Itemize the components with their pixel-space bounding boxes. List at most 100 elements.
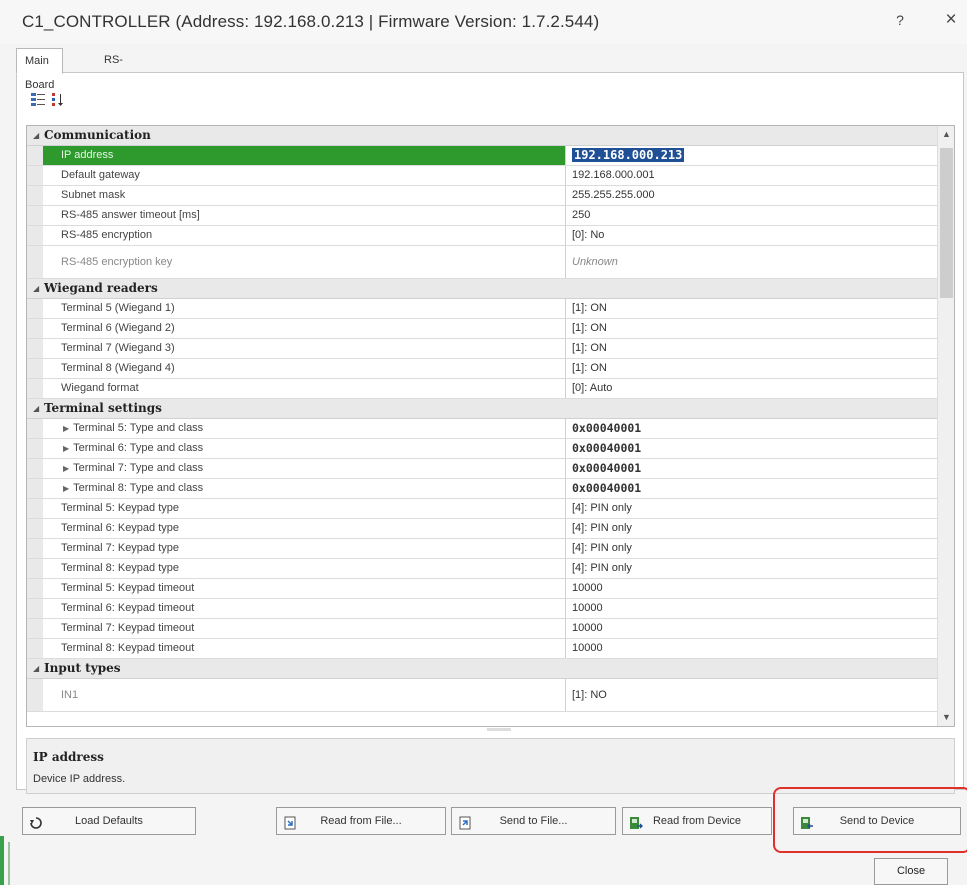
expand-triangle-icon[interactable]: ▶	[63, 444, 69, 453]
prop-row-terminal8-keypad-type[interactable]: Terminal 8: Keypad type [4]: PIN only	[27, 559, 937, 579]
prop-row-terminal5-keypad-timeout[interactable]: Terminal 5: Keypad timeout 10000	[27, 579, 937, 599]
category-input-types[interactable]: ◢ Input types	[27, 659, 937, 679]
send-to-device-button[interactable]: Send to Device	[793, 807, 961, 835]
prop-name: Terminal 8: Keypad timeout	[43, 639, 566, 658]
prop-name: Terminal 8 (Wiegand 4)	[43, 359, 566, 378]
scroll-down-icon[interactable]: ▼	[938, 709, 954, 726]
prop-value[interactable]: 0x00040001	[567, 459, 937, 478]
prop-name: Terminal 6 (Wiegand 2)	[43, 319, 566, 338]
prop-value[interactable]: [1]: ON	[567, 339, 937, 358]
prop-name: RS-485 answer timeout [ms]	[43, 206, 566, 225]
prop-name: ▶ Terminal 5: Type and class	[43, 419, 566, 438]
prop-name: Terminal 6: Keypad timeout	[43, 599, 566, 618]
prop-value[interactable]: 10000	[567, 639, 937, 658]
read-from-device-button[interactable]: Read from Device	[622, 807, 772, 835]
prop-value[interactable]: 10000	[567, 619, 937, 638]
prop-value[interactable]: 10000	[567, 599, 937, 618]
collapse-triangle-icon[interactable]: ◢	[33, 659, 39, 678]
prop-row-wiegand-format[interactable]: Wiegand format [0]: Auto	[27, 379, 937, 399]
help-button[interactable]: ?	[890, 12, 910, 32]
prop-row-terminal7-keypad-type[interactable]: Terminal 7: Keypad type [4]: PIN only	[27, 539, 937, 559]
prop-value[interactable]: Unknown	[567, 246, 937, 278]
prop-row-terminal6-keypad-timeout[interactable]: Terminal 6: Keypad timeout 10000	[27, 599, 937, 619]
prop-value[interactable]: 192.168.000.001	[567, 166, 937, 185]
prop-name: ▶ Terminal 7: Type and class	[43, 459, 566, 478]
prop-value[interactable]: [4]: PIN only	[567, 559, 937, 578]
prop-name: RS-485 encryption key	[43, 246, 566, 278]
window-close-button[interactable]: ×	[940, 9, 962, 31]
prop-name: Subnet mask	[43, 186, 566, 205]
prop-row-in1[interactable]: IN1 [1]: NO	[27, 679, 937, 712]
prop-name: Terminal 5 (Wiegand 1)	[43, 299, 566, 318]
description-title: IP address	[33, 750, 104, 764]
prop-row-terminal8-type[interactable]: ▶ Terminal 8: Type and class 0x00040001	[27, 479, 937, 499]
description-text: Device IP address.	[33, 773, 126, 785]
collapse-triangle-icon[interactable]: ◢	[33, 126, 39, 145]
expand-triangle-icon[interactable]: ▶	[63, 484, 69, 493]
prop-row-subnet-mask[interactable]: Subnet mask 255.255.255.000	[27, 186, 937, 206]
prop-name: RS-485 encryption	[43, 226, 566, 245]
prop-row-terminal7-type[interactable]: ▶ Terminal 7: Type and class 0x00040001	[27, 459, 937, 479]
prop-row-terminal6-wiegand[interactable]: Terminal 6 (Wiegand 2) [1]: ON	[27, 319, 937, 339]
collapse-triangle-icon[interactable]: ◢	[33, 279, 39, 298]
category-wiegand-readers[interactable]: ◢ Wiegand readers	[27, 279, 937, 299]
prop-row-terminal6-keypad-type[interactable]: Terminal 6: Keypad type [4]: PIN only	[27, 519, 937, 539]
tab-main-board[interactable]: Main Board	[16, 48, 64, 91]
category-communication[interactable]: ◢ Communication	[27, 126, 937, 146]
property-grid: ◢ Communication IP address 192.168.000.2…	[26, 125, 955, 727]
splitter-handle[interactable]	[487, 728, 511, 731]
vertical-scrollbar[interactable]: ▲ ▼	[937, 126, 954, 726]
prop-row-rs485-timeout[interactable]: RS-485 answer timeout [ms] 250	[27, 206, 937, 226]
prop-value[interactable]: [1]: ON	[567, 319, 937, 338]
prop-name: Default gateway	[43, 166, 566, 185]
window-edge-line	[8, 842, 10, 885]
prop-value[interactable]: 10000	[567, 579, 937, 598]
prop-value[interactable]: [1]: ON	[567, 299, 937, 318]
prop-value[interactable]: [0]: Auto	[567, 379, 937, 398]
prop-value-editor[interactable]: 192.168.000.213	[567, 146, 937, 165]
prop-row-ip-address[interactable]: IP address 192.168.000.213	[27, 146, 937, 166]
prop-row-terminal8-keypad-timeout[interactable]: Terminal 8: Keypad timeout 10000	[27, 639, 937, 659]
scroll-up-icon[interactable]: ▲	[938, 126, 954, 143]
close-button[interactable]: Close	[874, 858, 948, 885]
tab-rs485-bus[interactable]: RS-485 Bus	[96, 48, 131, 114]
prop-row-rs485-encryption-key[interactable]: RS-485 encryption key Unknown	[27, 246, 937, 279]
prop-value[interactable]: [0]: No	[567, 226, 937, 245]
prop-value[interactable]: [4]: PIN only	[567, 539, 937, 558]
prop-value[interactable]: 250	[567, 206, 937, 225]
read-from-file-button[interactable]: Read from File...	[276, 807, 446, 835]
prop-value[interactable]: [1]: NO	[567, 679, 937, 711]
prop-name: Terminal 8: Keypad type	[43, 559, 566, 578]
prop-name: Terminal 7: Keypad type	[43, 539, 566, 558]
prop-name: Terminal 5: Keypad timeout	[43, 579, 566, 598]
prop-row-terminal7-keypad-timeout[interactable]: Terminal 7: Keypad timeout 10000	[27, 619, 937, 639]
prop-row-terminal6-type[interactable]: ▶ Terminal 6: Type and class 0x00040001	[27, 439, 937, 459]
prop-value[interactable]: [1]: ON	[567, 359, 937, 378]
prop-name: Terminal 7: Keypad timeout	[43, 619, 566, 638]
prop-row-terminal8-wiegand[interactable]: Terminal 8 (Wiegand 4) [1]: ON	[27, 359, 937, 379]
category-terminal-settings[interactable]: ◢ Terminal settings	[27, 399, 937, 419]
prop-value[interactable]: 255.255.255.000	[567, 186, 937, 205]
collapse-triangle-icon[interactable]: ◢	[33, 399, 39, 418]
prop-row-terminal5-keypad-type[interactable]: Terminal 5: Keypad type [4]: PIN only	[27, 499, 937, 519]
prop-value[interactable]: 0x00040001	[567, 419, 937, 438]
prop-name: Terminal 5: Keypad type	[43, 499, 566, 518]
prop-row-default-gateway[interactable]: Default gateway 192.168.000.001	[27, 166, 937, 186]
expand-triangle-icon[interactable]: ▶	[63, 424, 69, 433]
prop-value[interactable]: 0x00040001	[567, 479, 937, 498]
expand-triangle-icon[interactable]: ▶	[63, 464, 69, 473]
prop-row-terminal5-wiegand[interactable]: Terminal 5 (Wiegand 1) [1]: ON	[27, 299, 937, 319]
prop-value[interactable]: 0x00040001	[567, 439, 937, 458]
prop-name: ▶ Terminal 8: Type and class	[43, 479, 566, 498]
prop-row-terminal5-type[interactable]: ▶ Terminal 5: Type and class 0x00040001	[27, 419, 937, 439]
prop-value[interactable]: [4]: PIN only	[567, 499, 937, 518]
window-edge-accent	[0, 836, 4, 885]
prop-row-terminal7-wiegand[interactable]: Terminal 7 (Wiegand 3) [1]: ON	[27, 339, 937, 359]
send-to-file-button[interactable]: Send to File...	[451, 807, 616, 835]
description-panel: IP address Device IP address.	[26, 738, 955, 794]
prop-name: Terminal 7 (Wiegand 3)	[43, 339, 566, 358]
prop-value[interactable]: [4]: PIN only	[567, 519, 937, 538]
load-defaults-button[interactable]: Load Defaults	[22, 807, 196, 835]
scrollbar-thumb[interactable]	[940, 148, 953, 298]
prop-row-rs485-encryption[interactable]: RS-485 encryption [0]: No	[27, 226, 937, 246]
